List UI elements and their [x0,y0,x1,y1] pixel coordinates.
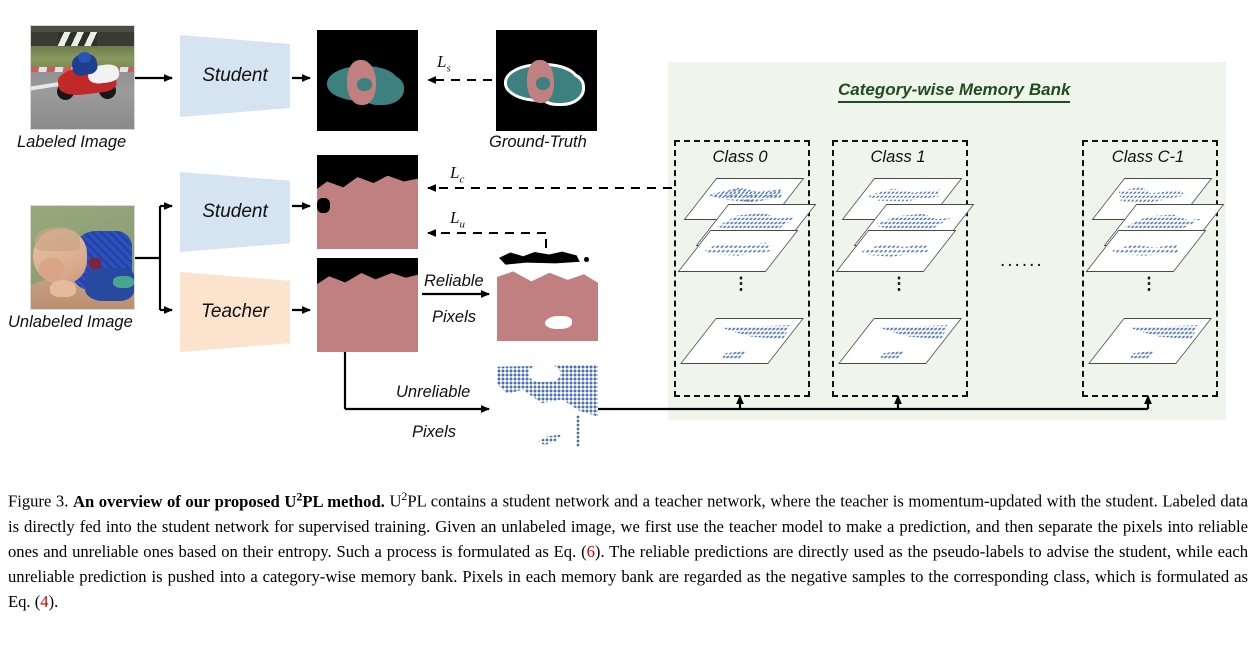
caption-body-u: U [389,491,402,511]
figure-caption: Figure 3. An overview of our proposed U2… [8,487,1248,615]
caption-title-suffix: PL method. [302,491,385,511]
teacher-module-label: Teacher [201,301,269,322]
figure-container: Category-wise Memory Bank Class 0 Class … [0,0,1256,660]
equation-ref-4[interactable]: 4 [40,592,48,611]
student-module-top-label: Student [202,65,268,86]
student-module-bottom-label: Student [202,201,268,222]
figure-number: Figure 3. [8,491,69,511]
equation-ref-6[interactable]: 6 [587,542,595,561]
caption-title-prefix: An overview of our proposed U [72,491,297,511]
caption-body-3: ). [48,592,59,612]
